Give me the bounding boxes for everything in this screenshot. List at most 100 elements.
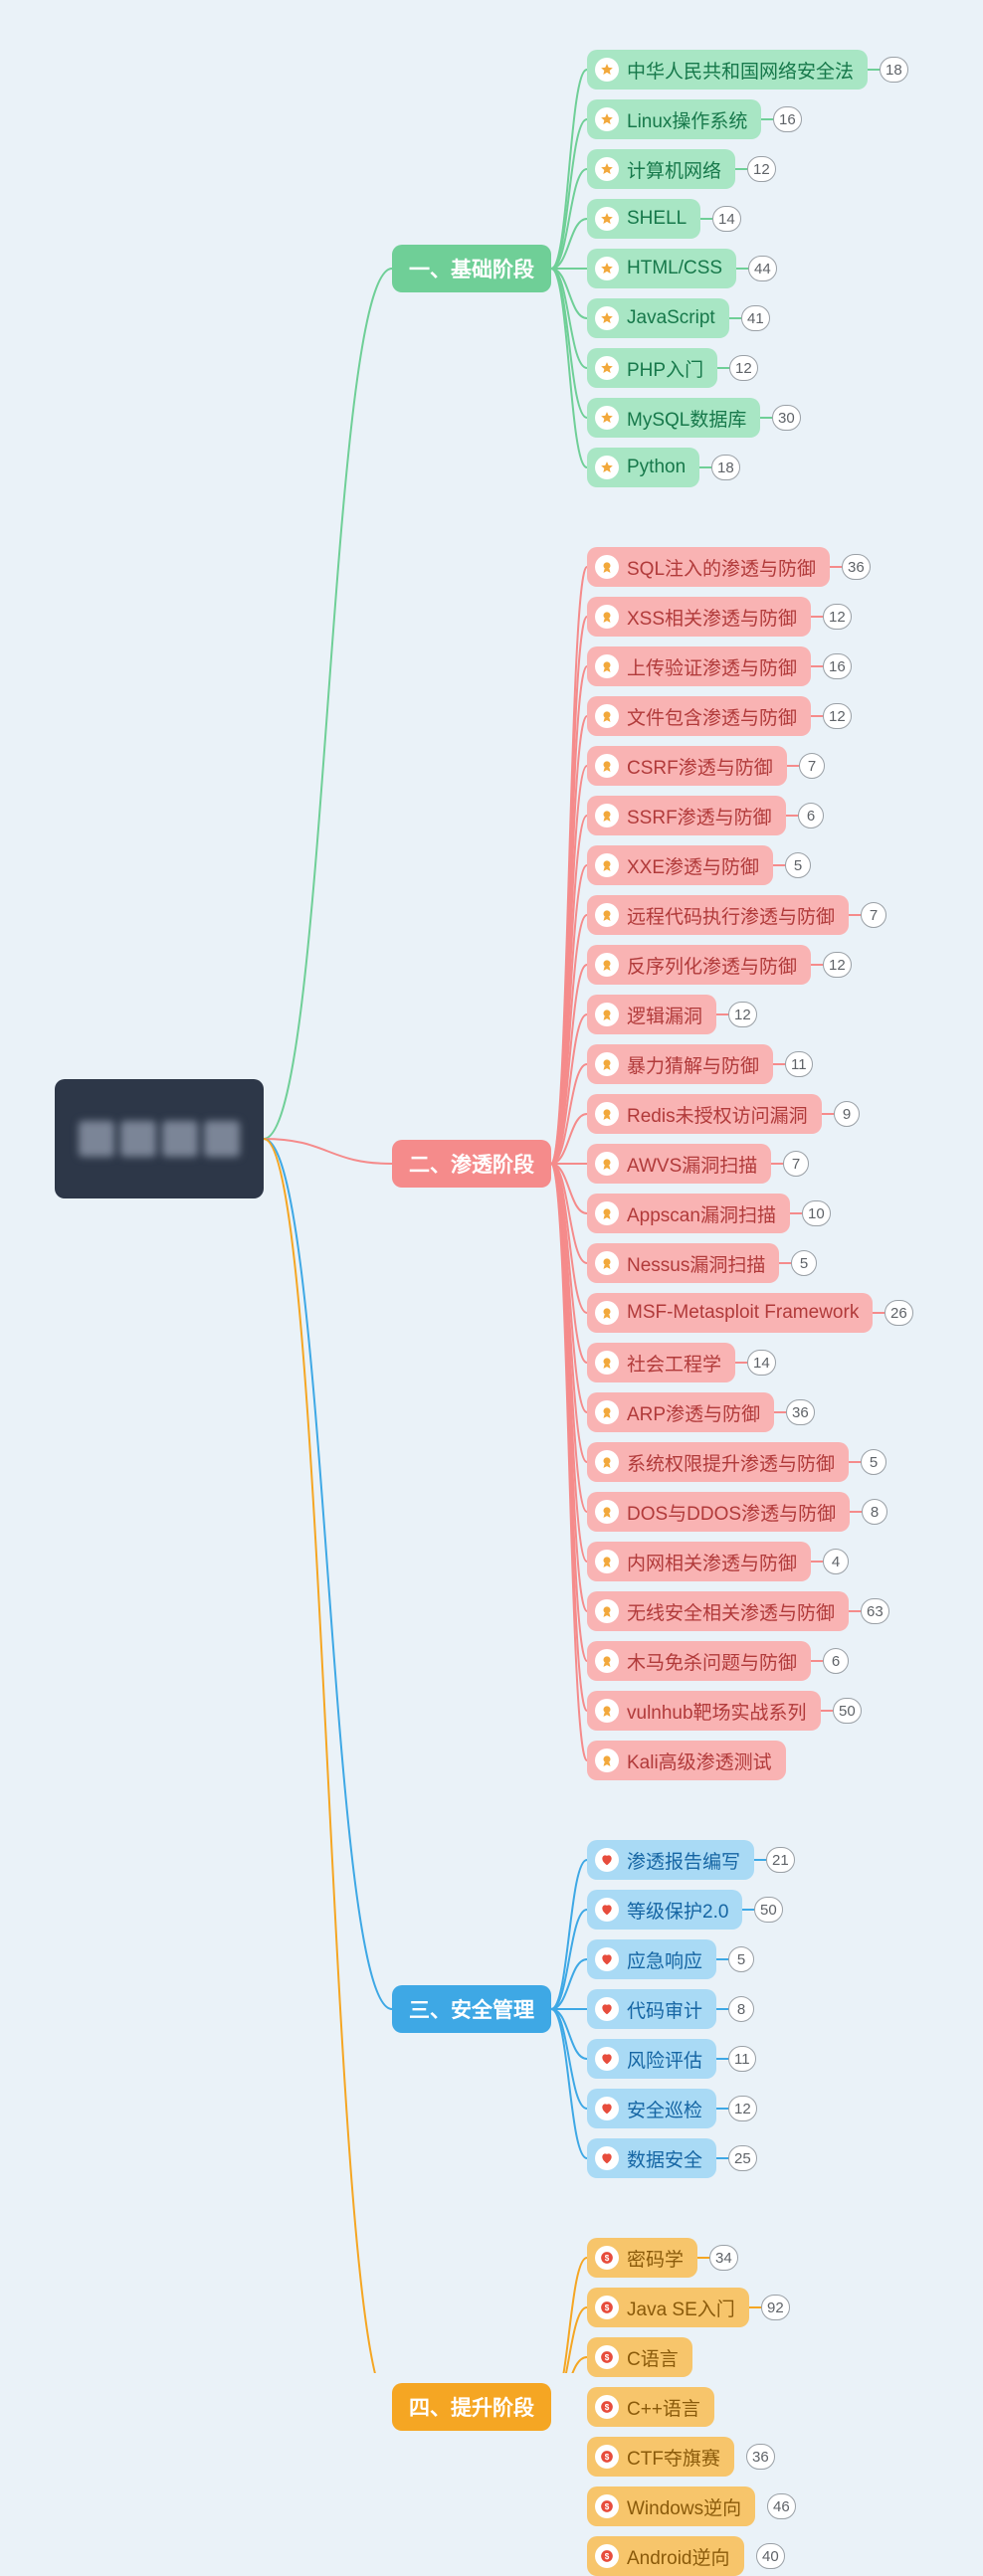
leaf-node[interactable]: vulnhub靶场实战系列 (587, 1691, 821, 1731)
leaf-label: AWVS漏洞扫描 (627, 1151, 757, 1178)
leaf-node[interactable]: 社会工程学 (587, 1343, 735, 1382)
leaf-node[interactable]: $ C语言 (587, 2337, 692, 2377)
leaf-node[interactable]: SSRF渗透与防御 (587, 796, 786, 835)
leaf-node[interactable]: 代码审计 (587, 1989, 716, 2029)
leaf-node[interactable]: $Java SE入门 (587, 2288, 749, 2327)
leaf-label: 逻辑漏洞 (627, 1002, 702, 1028)
leaf-node[interactable]: 风险评估 (587, 2039, 716, 2079)
leaf-node[interactable]: 文件包含渗透与防御 (587, 696, 811, 736)
count-badge: 12 (747, 156, 776, 182)
medal-icon (595, 1052, 619, 1076)
leaf-label: HTML/CSS (627, 258, 722, 279)
leaf-node[interactable]: MySQL数据库 (587, 398, 760, 438)
leaf-label: Appscan漏洞扫描 (627, 1200, 776, 1227)
leaf-node[interactable]: CSRF渗透与防御 (587, 746, 787, 786)
medal-icon (595, 654, 619, 678)
medal-icon (595, 1301, 619, 1325)
count-badge: 4 (823, 1549, 849, 1574)
count-badge: 12 (823, 703, 852, 729)
leaf-label: XSS相关渗透与防御 (627, 604, 797, 631)
category-pentest[interactable]: 二、渗透阶段 (392, 1140, 551, 1188)
star-icon (595, 107, 619, 131)
medal-icon (595, 1351, 619, 1375)
leaf-label: MSF-Metasploit Framework (627, 1302, 859, 1324)
leaf-node[interactable]: 数据安全 (587, 2138, 716, 2178)
medal-icon (595, 1400, 619, 1424)
medal-icon (595, 1450, 619, 1474)
leaf-label: Windows逆向 (627, 2493, 741, 2520)
leaf-label: 社会工程学 (627, 1350, 721, 1377)
leaf-node[interactable]: DOS与DDOS渗透与防御 (587, 1492, 850, 1532)
root-blur (79, 1121, 114, 1157)
dollar-icon: $ (595, 2345, 619, 2369)
category-label: 四、提升阶段 (409, 2392, 534, 2422)
category-advance[interactable]: 四、提升阶段 (392, 2383, 551, 2431)
leaf-node[interactable]: 反序列化渗透与防御 (587, 945, 811, 985)
heart-icon (595, 1947, 619, 1971)
medal-icon (595, 1550, 619, 1573)
leaf-label: C语言 (627, 2344, 679, 2371)
leaf-node[interactable]: SHELL (587, 199, 700, 239)
leaf-node[interactable]: 逻辑漏洞 (587, 995, 716, 1034)
leaf-node[interactable]: 木马免杀问题与防御 (587, 1641, 811, 1681)
leaf-node[interactable]: 安全巡检 (587, 2089, 716, 2128)
medal-icon (595, 1649, 619, 1673)
star-icon (595, 406, 619, 430)
leaf-node[interactable]: AWVS漏洞扫描 (587, 1144, 771, 1184)
leaf-label: 系统权限提升渗透与防御 (627, 1449, 835, 1476)
leaf-label: 文件包含渗透与防御 (627, 703, 797, 730)
leaf-node[interactable]: 系统权限提升渗透与防御 (587, 1442, 849, 1482)
leaf-node[interactable]: ARP渗透与防御 (587, 1392, 774, 1432)
leaf-label: MySQL数据库 (627, 405, 746, 432)
leaf-node[interactable]: Nessus漏洞扫描 (587, 1243, 779, 1283)
leaf-node[interactable]: 计算机网络 (587, 149, 735, 189)
leaf-node[interactable]: Linux操作系统 (587, 99, 761, 139)
leaf-node[interactable]: 无线安全相关渗透与防御 (587, 1591, 849, 1631)
heart-icon (595, 2097, 619, 2120)
leaf-node[interactable]: $CTF夺旗赛 (587, 2437, 734, 2477)
leaf-node[interactable]: 中华人民共和国网络安全法 (587, 50, 868, 90)
leaf-node[interactable]: XSS相关渗透与防御 (587, 597, 811, 637)
leaf-node[interactable]: Redis未授权访问漏洞 (587, 1094, 822, 1134)
leaf-node[interactable]: XXE渗透与防御 (587, 845, 773, 885)
leaf-node[interactable]: MSF-Metasploit Framework (587, 1293, 873, 1333)
leaf-label: 计算机网络 (627, 156, 721, 183)
category-basics[interactable]: 一、基础阶段 (392, 245, 551, 292)
leaf-node[interactable]: $Android逆向 (587, 2536, 744, 2576)
leaf-label: Java SE入门 (627, 2295, 735, 2321)
leaf-node[interactable]: SQL注入的渗透与防御 (587, 547, 830, 587)
category-mgmt[interactable]: 三、安全管理 (392, 1985, 551, 2033)
leaf-node[interactable]: 应急响应 (587, 1939, 716, 1979)
leaf-label: Nessus漏洞扫描 (627, 1250, 765, 1277)
leaf-node[interactable]: PHP入门 (587, 348, 717, 388)
star-icon (595, 356, 619, 380)
medal-icon (595, 754, 619, 778)
medal-icon (595, 555, 619, 579)
count-badge: 36 (842, 554, 871, 580)
medal-icon (595, 1003, 619, 1026)
medal-icon (595, 605, 619, 629)
leaf-node[interactable]: Python (587, 448, 699, 487)
count-badge: 30 (772, 405, 801, 431)
leaf-node[interactable]: 上传验证渗透与防御 (587, 646, 811, 686)
leaf-label: SHELL (627, 208, 687, 230)
leaf-label: 数据安全 (627, 2145, 702, 2172)
leaf-node[interactable]: $密码学 (587, 2238, 697, 2278)
leaf-node[interactable]: 暴力猜解与防御 (587, 1044, 773, 1084)
leaf-label: 风险评估 (627, 2046, 702, 2073)
leaf-node[interactable]: HTML/CSS (587, 249, 736, 288)
leaf-node[interactable]: 渗透报告编写 (587, 1840, 754, 1880)
leaf-label: XXE渗透与防御 (627, 852, 759, 879)
leaf-node[interactable]: Kali高级渗透测试 (587, 1741, 786, 1780)
leaf-node[interactable]: 远程代码执行渗透与防御 (587, 895, 849, 935)
leaf-node[interactable]: 内网相关渗透与防御 (587, 1542, 811, 1581)
leaf-node[interactable]: $C++语言 (587, 2387, 714, 2427)
leaf-node[interactable]: Appscan漏洞扫描 (587, 1194, 790, 1233)
count-badge: 11 (728, 2046, 756, 2072)
leaf-node[interactable]: $ Windows逆向 (587, 2486, 755, 2526)
count-badge: 11 (785, 1051, 813, 1077)
svg-text:$: $ (605, 2502, 610, 2511)
leaf-node[interactable]: JavaScript (587, 298, 729, 338)
leaf-node[interactable]: 等级保护2.0 (587, 1890, 742, 1930)
star-icon (595, 207, 619, 231)
